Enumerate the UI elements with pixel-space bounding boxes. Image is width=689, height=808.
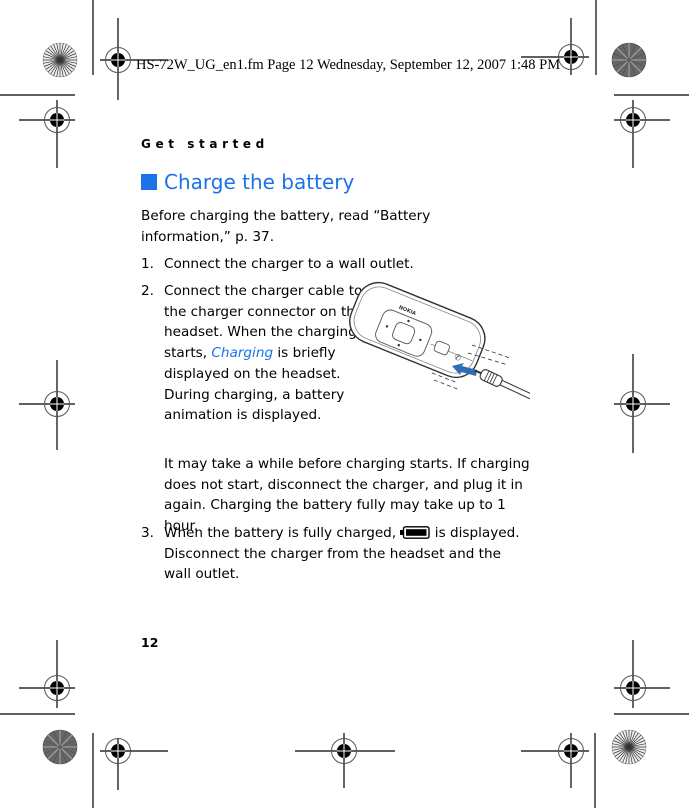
step-number: 2. [141, 283, 154, 299]
step-text-part: When the battery is fully charged, [164, 525, 401, 541]
battery-full-icon [400, 525, 431, 539]
intro-paragraph: Before charging the battery, read “Batte… [141, 208, 431, 245]
section-title: Charge the battery [141, 170, 354, 194]
print-slug-line: HS-72W_UG_en1.fm Page 12 Wednesday, Sept… [136, 57, 561, 73]
registration-starburst-bottom-left [42, 729, 78, 765]
step-text: When the battery is fully charged, is di… [164, 523, 521, 585]
running-head: Get started [141, 137, 269, 151]
registration-starburst-top-left [42, 42, 78, 78]
step-1: 1. Connect the charger to a wall outlet. [141, 254, 521, 275]
section-bullet-square-icon [141, 174, 157, 190]
headset-charging-illustration: NOKIA ✆ [349, 281, 530, 400]
charger-plug [479, 369, 503, 387]
registration-starburst-top-right [611, 42, 647, 78]
step-number: 3. [141, 525, 154, 541]
registration-starburst-bottom-right [611, 729, 647, 765]
step-3: 3. When the battery is fully charged, is… [141, 523, 521, 585]
step-number: 1. [141, 256, 154, 272]
section-title-text: Charge the battery [164, 170, 355, 194]
page-number: 12 [141, 635, 159, 650]
charging-term: Charging [211, 345, 274, 362]
step-text: Connect the charger to a wall outlet. [164, 256, 414, 272]
